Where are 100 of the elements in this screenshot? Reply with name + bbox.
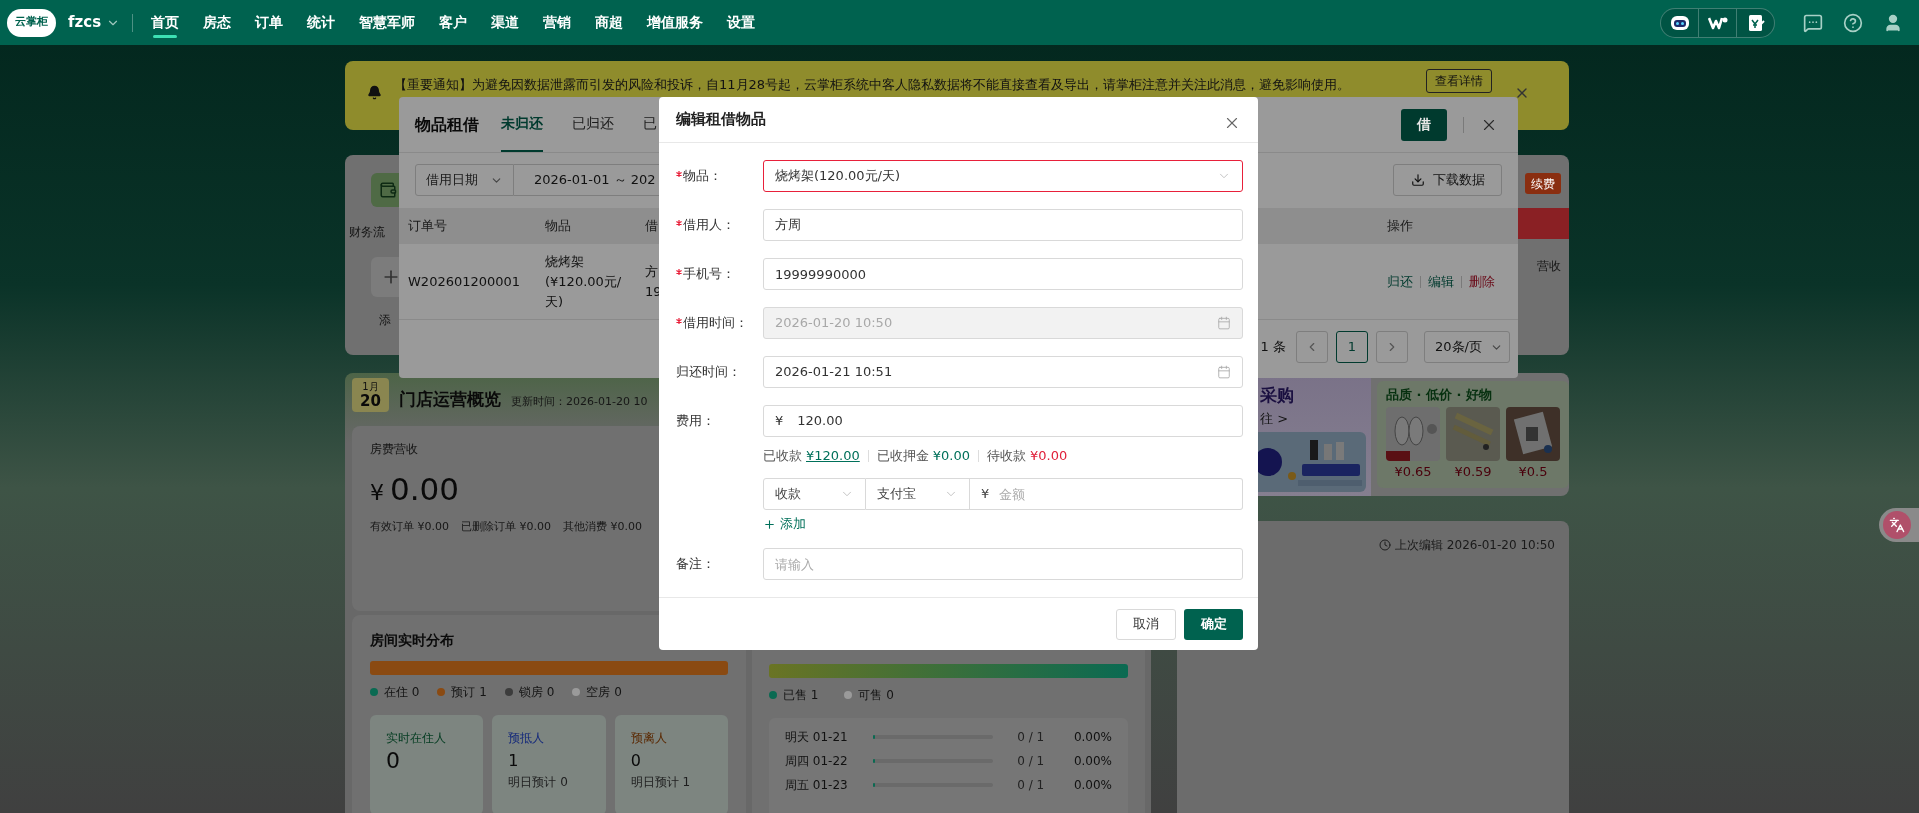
nav-tab[interactable]: 客户: [427, 0, 480, 45]
tab[interactable]: 已: [643, 97, 657, 152]
nav-tab[interactable]: 首页: [139, 0, 192, 45]
amount-value: 120.00: [797, 412, 843, 431]
ratio-label: 0 / 1: [1017, 753, 1046, 770]
percent-label: 0.00%: [1073, 729, 1112, 746]
nav-tab[interactable]: 增值服务: [635, 0, 716, 45]
field-label: 费用：: [676, 412, 715, 431]
amount-input[interactable]: ¥ 金额: [970, 478, 1243, 510]
legend-label: 预订 1: [451, 684, 487, 701]
column-header: 借: [645, 217, 658, 236]
currency-label: ¥: [370, 479, 384, 507]
price-label: ¥0.65: [1394, 462, 1432, 481]
input-field[interactable]: 金额: [999, 479, 1242, 509]
help-icon: [1843, 12, 1863, 33]
date-field[interactable]: 2026-01-21 10:51: [763, 356, 1243, 388]
payment-method-select[interactable]: 支付宝: [866, 478, 970, 510]
stat-value: 0: [386, 749, 400, 773]
revenue-detail: 其他消费 ¥0.00: [563, 518, 642, 535]
percent-label: 0.00%: [1073, 777, 1112, 794]
price-label: ¥0.5: [1518, 462, 1548, 481]
download-icon: [1410, 173, 1425, 187]
payment-type-select[interactable]: 收款: [763, 478, 866, 510]
tab[interactable]: 未归还: [501, 97, 543, 152]
nav-tab[interactable]: 设置: [715, 0, 768, 45]
revenue-label: 房费营收: [370, 441, 418, 458]
stat-title: 实时在住人: [386, 730, 446, 747]
confirm-button[interactable]: 确定: [1184, 608, 1243, 640]
dialog-title: 物品租借: [415, 113, 479, 136]
details-button[interactable]: 查看详情: [1426, 69, 1492, 93]
revenue-detail: 已删除订单 ¥0.00: [461, 518, 551, 535]
currency-label: ¥: [775, 412, 784, 431]
nav-tab[interactable]: 渠道: [479, 0, 532, 45]
calendar-icon: [1217, 365, 1231, 379]
field-label: 归还时间：: [676, 363, 741, 382]
renew-badge: 续费: [1525, 173, 1561, 194]
action-link[interactable]: 删除: [1469, 271, 1495, 292]
currency-label: ¥: [981, 485, 990, 504]
select-field[interactable]: 烧烤架(120.00元/天): [763, 160, 1243, 192]
robot-icon: [1669, 13, 1690, 32]
store-switcher[interactable]: fzcs: [68, 11, 121, 34]
card-title: 房间实时分布: [370, 631, 454, 650]
tab[interactable]: 已归还: [572, 97, 614, 152]
updated-time: 更新时间：2026-01-20 10: [511, 393, 648, 410]
stat-note: 明日预计 1: [630, 774, 691, 791]
action-link[interactable]: 编辑: [1428, 271, 1454, 292]
document-edit-icon: [1746, 13, 1765, 32]
field-label: 借用人：: [683, 216, 735, 235]
field-label: 物品：: [683, 167, 722, 186]
input-field[interactable]: 方周: [763, 209, 1243, 241]
stat-note: 明日预计 0: [508, 774, 568, 791]
month-label: 1月: [362, 381, 379, 392]
percent-label: 0.00%: [1073, 753, 1112, 770]
column-header: 操作: [1387, 217, 1413, 236]
add-link[interactable]: 添加: [763, 514, 806, 534]
amount-link[interactable]: ¥120.00: [806, 446, 860, 466]
legend-label: 已售 1: [783, 687, 819, 704]
input-field[interactable]: 19999990000: [763, 258, 1243, 290]
promo-title: 采购: [1260, 384, 1294, 407]
day-label: 明天 01-21: [785, 729, 849, 746]
revenue-detail: 有效订单 ¥0.00: [370, 518, 449, 535]
nav-tab[interactable]: 房态: [191, 0, 244, 45]
ratio-label: 0 / 1: [1017, 777, 1046, 794]
nav-tab[interactable]: 智慧军师: [347, 0, 428, 45]
promo-link[interactable]: 往 >: [1260, 408, 1289, 428]
user-icon: [1883, 12, 1903, 33]
nav-tab[interactable]: 营销: [531, 0, 584, 45]
column-header: 订单号: [408, 217, 447, 236]
calendar-icon: [1217, 316, 1231, 330]
plus-icon: [763, 517, 776, 531]
action-link[interactable]: 归还: [1387, 271, 1413, 292]
page-size-select[interactable]: 20条/页: [1424, 331, 1510, 363]
deals-title: 品质 · 低价 · 好物: [1386, 386, 1492, 404]
revenue-note: 营收: [1537, 258, 1561, 275]
filter-select[interactable]: 借用日期: [415, 164, 514, 196]
wallet-icon: [379, 181, 397, 199]
amount-field[interactable]: ¥ 120.00: [763, 405, 1243, 437]
page-button[interactable]: 1: [1336, 331, 1368, 363]
notice-text: 【重要通知】为避免因数据泄露而引发的风险和投诉，自11月28号起，云掌柜系统中客人隐私数据将不能直接查看及导出，请掌柜注意并关注此消息，避免影响使用。: [394, 76, 1352, 94]
clock-icon: [1379, 539, 1392, 551]
nav-tab[interactable]: 商超: [583, 0, 636, 45]
chat-icon: [1803, 12, 1823, 33]
fee-label: 待收款: [987, 447, 1026, 466]
nav-tab[interactable]: 订单: [243, 0, 296, 45]
tile-label: 添: [379, 312, 391, 329]
revenue-amount: 0.00: [390, 470, 460, 509]
legend-label: 空房 0: [586, 684, 622, 701]
translate-button[interactable]: [1879, 508, 1919, 542]
nav-tab[interactable]: 统计: [295, 0, 348, 45]
table-cell-text: W202601200001: [408, 272, 521, 291]
download-button[interactable]: 下载数据: [1393, 164, 1502, 196]
dialog-title: 编辑租借物品: [676, 109, 766, 131]
remark-field[interactable]: 请输入: [763, 548, 1243, 580]
borrow-button[interactable]: 借: [1401, 108, 1447, 141]
tile-label: 财务流: [349, 224, 385, 241]
logo[interactable]: 云掌柜: [7, 8, 56, 37]
field-label: 手机号：: [683, 265, 735, 284]
stat-value: 1: [508, 750, 519, 772]
legend-label: 在住 0: [384, 684, 420, 701]
cancel-button[interactable]: 取消: [1116, 608, 1176, 640]
